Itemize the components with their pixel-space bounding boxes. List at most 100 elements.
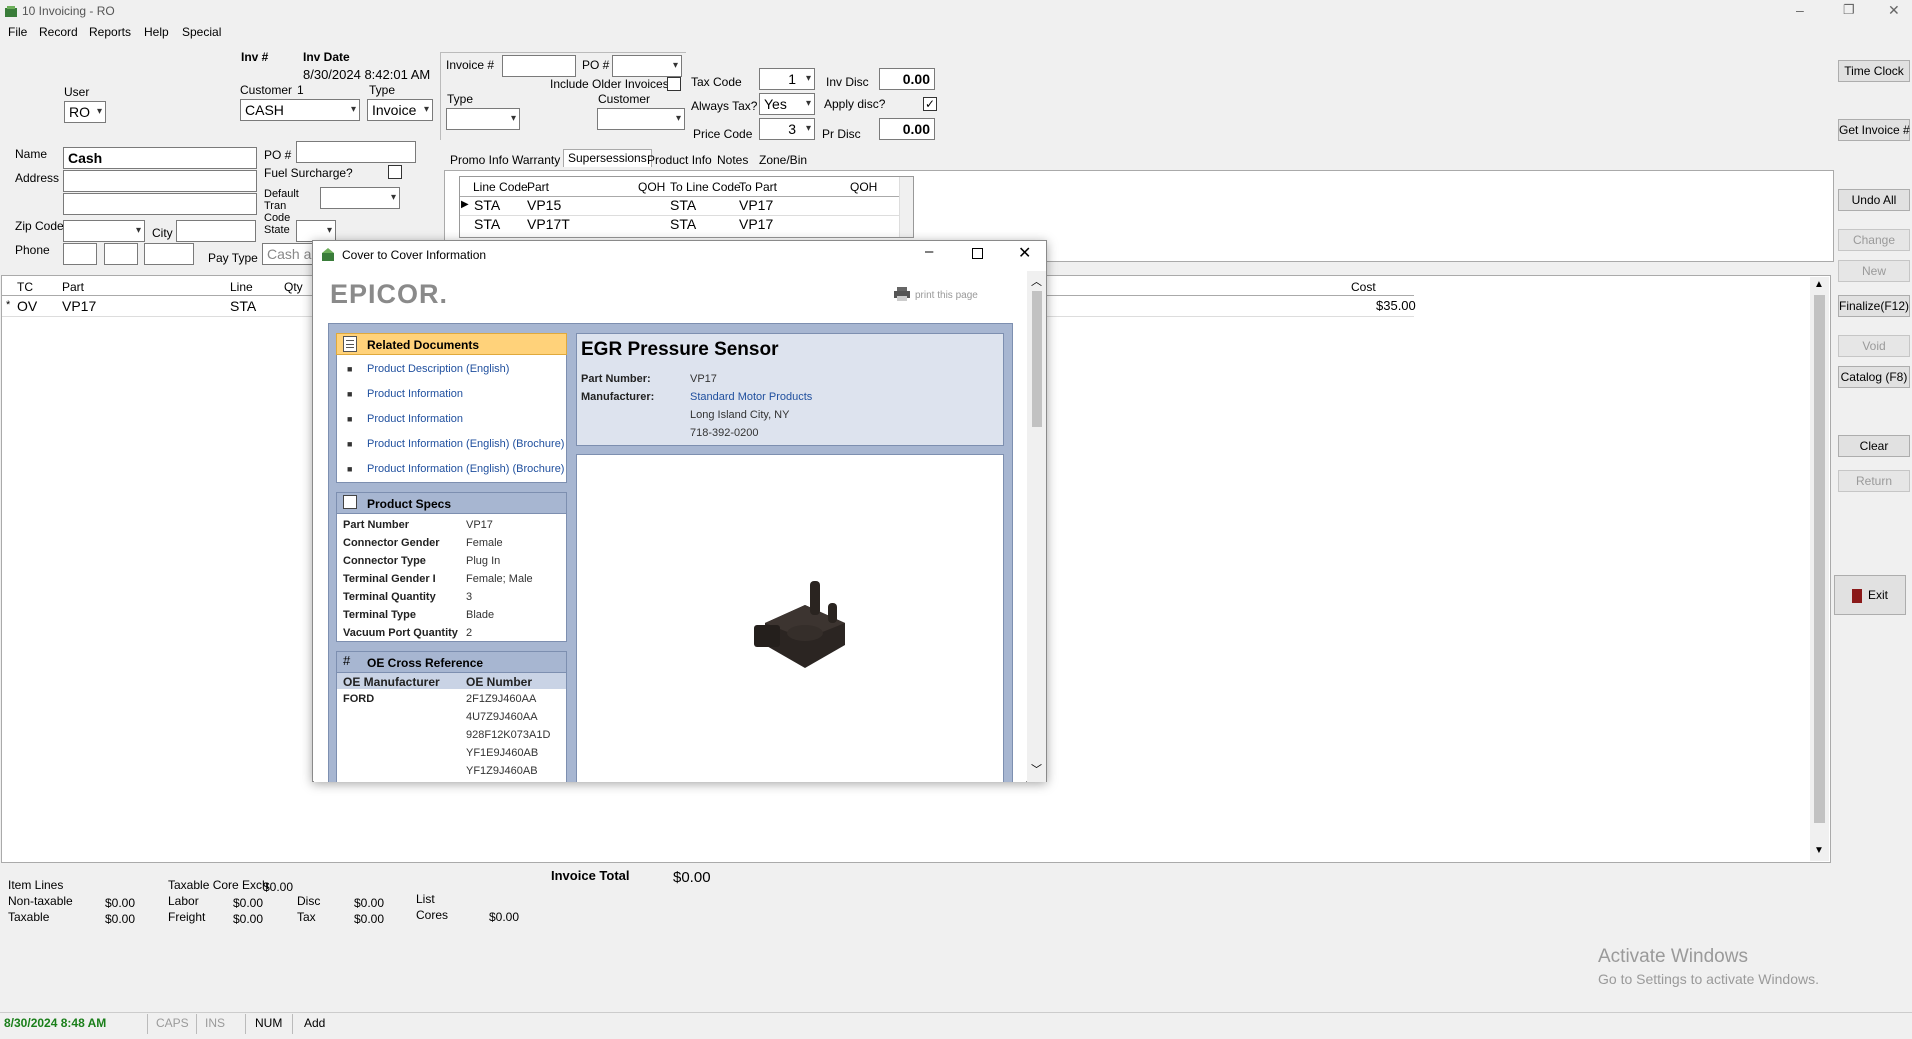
scroll-down-icon[interactable]: ▼ (1814, 845, 1824, 856)
dialog-close-button[interactable]: ✕ (1018, 243, 1031, 263)
include-older-checkbox[interactable] (667, 77, 681, 91)
status-ins: INS (205, 1016, 226, 1030)
tab-promo-info[interactable]: Promo Info (446, 152, 513, 170)
printer-icon[interactable] (894, 287, 910, 301)
state-select[interactable]: ▾ (296, 220, 336, 242)
type-select[interactable]: Invoice ▾ (367, 99, 433, 121)
lines-scrollbar[interactable]: ▲ ▼ (1810, 277, 1829, 861)
table-row[interactable]: VP17 (739, 197, 773, 213)
table-row[interactable]: STA (474, 197, 500, 213)
scroll-up-icon[interactable]: ︿ (1031, 273, 1042, 289)
menu-reports[interactable]: Reports (89, 25, 131, 39)
lookup-po-select[interactable]: ▾ (612, 55, 682, 77)
menu-record[interactable]: Record (39, 25, 78, 39)
table-row[interactable]: STA (230, 298, 256, 314)
apply-disc-label: Apply disc? (824, 97, 886, 111)
invoice-num-input[interactable] (502, 55, 576, 77)
table-row[interactable]: STA (670, 197, 696, 213)
catalog-button[interactable]: Catalog (F8) (1838, 366, 1910, 388)
pr-disc-input[interactable]: 0.00 (879, 118, 935, 140)
related-doc-link[interactable]: Product Description (English) (367, 363, 509, 375)
menu-help[interactable]: Help (144, 25, 169, 39)
status-num: NUM (255, 1016, 283, 1030)
bullet-icon: ■ (347, 464, 353, 474)
list-label: List (416, 892, 435, 906)
price-code-label: Price Code (693, 127, 753, 141)
phone-number-input[interactable] (144, 243, 194, 265)
tab-supersessions[interactable]: Supersessions (563, 149, 652, 167)
scroll-up-icon[interactable]: ▲ (1814, 279, 1824, 290)
always-tax-value: Yes (764, 96, 787, 112)
pay-type-input[interactable]: Cash ar (262, 243, 314, 265)
customer-select[interactable]: CASH ▾ (240, 99, 360, 121)
clear-button[interactable]: Clear (1838, 435, 1910, 457)
table-row[interactable]: VP17T (527, 216, 570, 232)
undo-all-button[interactable]: Undo All (1838, 189, 1910, 211)
inv-disc-input[interactable]: 0.00 (879, 68, 935, 90)
dialog-minimize-button[interactable]: – (925, 243, 933, 260)
exit-button[interactable]: Exit (1834, 575, 1906, 615)
tab-warranty[interactable]: Warranty (508, 152, 564, 170)
related-doc-link[interactable]: Product Information (367, 388, 463, 400)
tab-zone-bin[interactable]: Zone/Bin (755, 152, 811, 170)
related-doc-link[interactable]: Product Information (367, 413, 463, 425)
manufacturer-link[interactable]: Standard Motor Products (690, 391, 812, 403)
table-row[interactable]: $35.00 (1376, 298, 1416, 313)
change-button[interactable]: Change (1838, 229, 1910, 251)
always-tax-select[interactable]: Yes ▾ (759, 93, 815, 115)
table-row[interactable]: STA (670, 216, 696, 232)
restore-button[interactable]: ❐ (1843, 2, 1855, 18)
ss-row-marker: ▶ (461, 199, 469, 210)
return-button[interactable]: Return (1838, 470, 1910, 492)
apply-disc-checkbox[interactable]: ✓ (923, 97, 937, 111)
print-page-link[interactable]: print this page (915, 290, 978, 301)
table-row[interactable]: VP17 (62, 298, 96, 314)
zip-select[interactable]: ▾ (63, 220, 145, 242)
menu-file[interactable]: File (8, 25, 27, 39)
scroll-thumb[interactable] (1032, 291, 1042, 427)
city-input[interactable] (176, 220, 256, 242)
dialog-maximize-button[interactable] (972, 248, 983, 259)
menu-special[interactable]: Special (182, 25, 221, 39)
tab-strip (444, 150, 1834, 151)
table-row[interactable]: VP17 (739, 216, 773, 232)
phone-prefix-input[interactable] (104, 243, 138, 265)
minimize-button[interactable]: – (1796, 2, 1804, 18)
lookup-type-select[interactable]: ▾ (446, 108, 520, 130)
new-button[interactable]: New (1838, 260, 1910, 282)
table-row[interactable]: VP15 (527, 197, 561, 213)
table-row[interactable]: OV (17, 298, 37, 314)
address-line2-input[interactable] (63, 193, 257, 215)
name-input[interactable]: Cash (63, 147, 257, 169)
price-code-select[interactable]: 3 ▾ (759, 118, 815, 140)
scroll-thumb[interactable] (1814, 295, 1825, 823)
related-doc-link[interactable]: Product Information (English) (Brochure) (367, 463, 564, 475)
related-docs-header: Related Documents (336, 333, 567, 355)
fuel-surcharge-checkbox[interactable] (388, 165, 402, 179)
status-datetime: 8/30/2024 8:48 AM (4, 1016, 107, 1030)
lookup-customer-select[interactable]: ▾ (597, 108, 685, 130)
scroll-down-icon[interactable]: ﹀ (1031, 761, 1042, 777)
labor-value: $0.00 (233, 896, 264, 910)
tab-notes[interactable]: Notes (713, 152, 752, 170)
tab-product-info[interactable]: Product Info (643, 152, 716, 170)
city-label: City (152, 226, 173, 240)
related-doc-link[interactable]: Product Information (English) (Brochure) (367, 438, 564, 450)
tax-code-select[interactable]: 1 ▾ (759, 68, 815, 90)
void-button[interactable]: Void (1838, 335, 1910, 357)
get-invoice-button[interactable]: Get Invoice # (1838, 119, 1910, 141)
ss-scrollbar[interactable] (899, 177, 913, 237)
time-clock-button[interactable]: Time Clock (1838, 60, 1910, 82)
dialog-scrollbar[interactable]: ︿ ﹀ (1027, 271, 1046, 782)
finalize-button[interactable]: Finalize(F12) (1838, 295, 1910, 317)
product-image (750, 573, 860, 683)
phone-area-input[interactable] (63, 243, 97, 265)
table-row[interactable]: STA (474, 216, 500, 232)
default-tran-select[interactable]: ▾ (320, 187, 400, 209)
close-window-button[interactable]: ✕ (1888, 2, 1900, 19)
product-title: EGR Pressure Sensor (581, 339, 779, 360)
pr-disc-label: Pr Disc (822, 127, 861, 141)
user-select[interactable]: RO ▾ (64, 101, 106, 123)
address-line1-input[interactable] (63, 170, 257, 192)
po-input[interactable] (296, 141, 416, 163)
